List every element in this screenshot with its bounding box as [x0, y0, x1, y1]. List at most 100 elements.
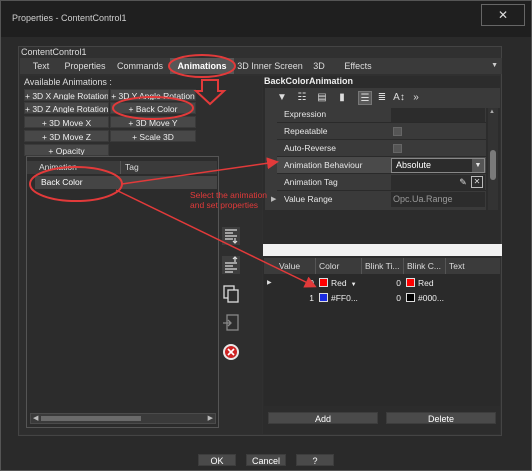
sort-alpha-icon[interactable]: A↕	[392, 91, 406, 105]
clear-icon[interactable]: ✕	[471, 176, 483, 188]
color-label: #FF0...	[331, 293, 358, 303]
add-back-color-button[interactable]: + Back Color	[110, 102, 196, 114]
cell-color[interactable]: Red ▼	[319, 276, 359, 290]
auto-reverse-checkbox[interactable]	[393, 144, 402, 153]
property-toolbar: ▼ ☷ ▤ ▮ ☰ ≣ A↕ »	[265, 88, 500, 108]
column-blink-time[interactable]: Blink Ti...	[362, 258, 404, 274]
value-range-value: Opc.Ua.Range	[393, 194, 453, 204]
add-3d-move-y-button[interactable]: + 3D Move Y	[110, 116, 196, 128]
cell-value[interactable]: 0	[276, 276, 314, 290]
tree-view-icon[interactable]: ≣	[375, 91, 389, 105]
property-name: Animation Behaviour	[284, 160, 363, 170]
move-to-top-icon[interactable]	[221, 255, 241, 275]
repeatable-checkbox[interactable]	[393, 127, 402, 136]
cell-blink-time[interactable]: 0	[362, 276, 401, 290]
tab-properties[interactable]: Properties	[60, 58, 110, 74]
animation-behaviour-select[interactable]: Absolute ▼	[391, 158, 485, 173]
column-blink-color[interactable]: Blink C...	[404, 258, 446, 274]
column-animation[interactable]: Animation	[35, 161, 121, 174]
cell-blink-time[interactable]: 0	[362, 291, 401, 305]
chevron-down-icon[interactable]: ▼	[472, 159, 484, 172]
tab-overflow-icon[interactable]: ▼	[491, 58, 498, 74]
more-icon[interactable]: »	[409, 91, 423, 105]
scroll-thumb[interactable]	[490, 150, 496, 180]
scroll-up-icon[interactable]: ▲	[489, 109, 495, 115]
available-animations-label: Available Animations :	[24, 77, 112, 87]
add-3d-move-x-button[interactable]: + 3D Move X	[24, 116, 109, 128]
tab-3d-inner-screen[interactable]: 3D Inner Screen	[236, 58, 304, 74]
property-row-animation-tag[interactable]: Animation Tag ✎ ✕	[277, 173, 486, 190]
value-range-field[interactable]: Opc.Ua.Range	[391, 192, 485, 207]
add-3d-y-rotation-button[interactable]: + 3D Y Angle Rotation	[110, 89, 196, 101]
delete-button[interactable]: Delete	[386, 412, 496, 424]
expression-field[interactable]	[391, 108, 485, 122]
title-bar: Properties - ContentControl1 ✕	[1, 1, 531, 37]
splitter-bar[interactable]	[263, 244, 502, 256]
cell-color[interactable]: #FF0...	[319, 291, 359, 305]
blink-color-label: Red	[418, 278, 434, 288]
blink-color-label: #000...	[418, 293, 444, 303]
column-color[interactable]: Color	[316, 258, 362, 274]
tab-animations[interactable]: Animations	[170, 58, 234, 74]
list-item[interactable]: Back Color	[35, 176, 217, 189]
animation-tag-field[interactable]: ✎ ✕	[391, 175, 485, 190]
property-row-value-range[interactable]: ▶ Value Range Opc.Ua.Range	[271, 190, 486, 207]
color-swatch	[406, 293, 415, 302]
copy-icon[interactable]	[221, 284, 241, 304]
window-title: Properties - ContentControl1	[12, 13, 127, 23]
cell-blink-color[interactable]: #000...	[406, 291, 446, 305]
add-3d-move-z-button[interactable]: + 3D Move Z	[24, 130, 109, 142]
expand-icon[interactable]: ▮	[335, 91, 349, 105]
help-button[interactable]: ?	[296, 454, 334, 466]
panel-title: BackColorAnimation	[264, 76, 354, 86]
tab-effects[interactable]: Effects	[338, 58, 378, 74]
expand-arrow-icon[interactable]: ▶	[271, 191, 276, 208]
move-to-bottom-icon[interactable]	[221, 226, 241, 246]
tab-text[interactable]: Text	[24, 58, 58, 74]
table-row[interactable]: 1 #FF0... 0 #000...	[264, 291, 494, 305]
color-swatch	[319, 293, 328, 302]
property-name: Expression	[284, 109, 327, 119]
categorize-icon[interactable]: ☷	[295, 91, 309, 105]
horizontal-scrollbar[interactable]: ◀ ▶	[30, 413, 216, 424]
tab-3d[interactable]: 3D	[308, 58, 330, 74]
table-row[interactable]: ▶ 0 Red ▼ 0 Red	[264, 276, 494, 290]
cell-blink-color[interactable]: Red	[406, 276, 446, 290]
group-label: ContentControl1	[21, 47, 87, 57]
grid-header: Value Color Blink Ti... Blink C... Text	[264, 258, 500, 274]
column-tag[interactable]: Tag	[121, 161, 217, 174]
property-vertical-scrollbar[interactable]: ▲	[488, 108, 498, 210]
ok-button[interactable]: OK	[198, 454, 236, 466]
paste-icon[interactable]	[221, 313, 241, 333]
property-row-expression[interactable]: Expression	[277, 108, 486, 122]
add-3d-z-rotation-button[interactable]: + 3D Z Angle Rotation	[24, 102, 109, 114]
add-scale-3d-button[interactable]: + Scale 3D	[110, 130, 196, 142]
annotation-line-1: Select the animation	[190, 190, 268, 200]
pages-icon[interactable]: ▤	[315, 91, 329, 105]
scroll-right-icon[interactable]: ▶	[208, 414, 213, 423]
close-button[interactable]: ✕	[481, 4, 525, 26]
column-value[interactable]: Value	[276, 258, 316, 274]
list-view-icon[interactable]: ☰	[358, 91, 372, 105]
property-name: Animation Tag	[284, 177, 338, 187]
tab-commands[interactable]: Commands	[112, 58, 168, 74]
property-row-auto-reverse[interactable]: Auto-Reverse	[277, 139, 486, 156]
chevron-down-icon[interactable]: ▼	[351, 282, 357, 288]
property-name: Value Range	[284, 194, 333, 204]
filter-icon[interactable]: ▼	[275, 91, 289, 105]
property-name: Auto-Reverse	[284, 143, 336, 153]
scroll-thumb[interactable]	[41, 416, 141, 421]
row-selector-icon: ▶	[267, 280, 272, 286]
edit-icon[interactable]: ✎	[457, 176, 469, 188]
color-value-grid: Value Color Blink Ti... Blink C... Text …	[264, 258, 500, 406]
column-text[interactable]: Text	[446, 258, 496, 274]
scroll-left-icon[interactable]: ◀	[33, 414, 38, 423]
add-button[interactable]: Add	[268, 412, 378, 424]
property-row-animation-behaviour[interactable]: Animation Behaviour Absolute ▼	[277, 156, 486, 173]
delete-icon[interactable]	[221, 342, 241, 362]
add-opacity-button[interactable]: + Opacity	[24, 144, 109, 156]
cell-value[interactable]: 1	[276, 291, 314, 305]
add-3d-x-rotation-button[interactable]: + 3D X Angle Rotation	[24, 89, 109, 101]
cancel-button[interactable]: Cancel	[246, 454, 286, 466]
property-row-repeatable[interactable]: Repeatable	[277, 122, 486, 139]
